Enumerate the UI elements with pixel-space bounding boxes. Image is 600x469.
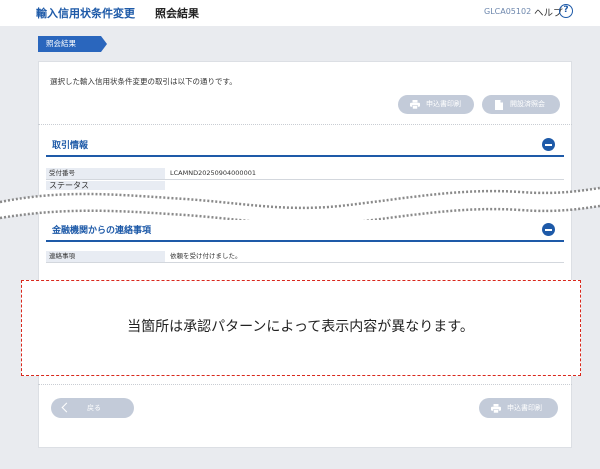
transaction-info-title: 取引情報	[52, 141, 89, 151]
table-row: 連絡事項 依頼を受け付けました。	[46, 251, 564, 263]
print-application-button-bottom[interactable]: 申込書印刷	[479, 398, 558, 418]
table-row: 受付番号 LCAMND20250904000001	[46, 168, 564, 180]
receipt-number: LCAMND20250904000001	[170, 169, 256, 177]
collapse-icon[interactable]	[542, 138, 555, 151]
bank-contact-title: 金融機関からの連絡事項	[52, 226, 152, 236]
page-title: 輸入信用状条件変更	[36, 7, 135, 20]
opened-inquiry-label: 開設済照会	[510, 100, 545, 108]
screen-code: GLCA05102	[484, 7, 532, 16]
section-underline	[46, 155, 564, 157]
collapse-icon[interactable]	[542, 223, 555, 236]
page-subtitle: 照会結果	[155, 7, 199, 20]
omission-wave	[0, 186, 600, 220]
print-application-label: 申込書印刷	[426, 100, 461, 108]
row-label: 受付番号	[46, 168, 165, 179]
section-underline	[46, 240, 564, 242]
question-icon[interactable]: ?	[559, 4, 573, 18]
row-label: 連絡事項	[46, 251, 165, 262]
printer-icon	[491, 403, 501, 413]
approval-pattern-notice: 当箇所は承認パターンによって表示内容が異なります。	[21, 280, 581, 376]
print-application-button[interactable]: 申込書印刷	[398, 95, 474, 114]
back-label: 戻る	[87, 404, 101, 412]
document-icon	[495, 99, 503, 110]
notice-text: 当箇所は承認パターンによって表示内容が異なります。	[127, 319, 474, 335]
chevron-left-icon	[61, 402, 72, 413]
divider	[38, 124, 572, 125]
description-text: 選択した輸入信用状条件変更の取引は以下の通りです。	[50, 77, 237, 86]
header-bar: 輸入信用状条件変更 照会結果 GLCA05102 ヘルプ ?	[0, 0, 600, 26]
opened-inquiry-button[interactable]: 開設済照会	[482, 95, 560, 114]
back-button[interactable]: 戻る	[51, 398, 134, 418]
print-application-label: 申込書印刷	[507, 404, 542, 412]
divider	[38, 384, 572, 385]
printer-icon	[410, 100, 420, 109]
step-arrow-icon	[101, 36, 107, 52]
contact-message: 依頼を受け付けました。	[170, 252, 242, 260]
step-label: 照会結果	[38, 36, 101, 52]
